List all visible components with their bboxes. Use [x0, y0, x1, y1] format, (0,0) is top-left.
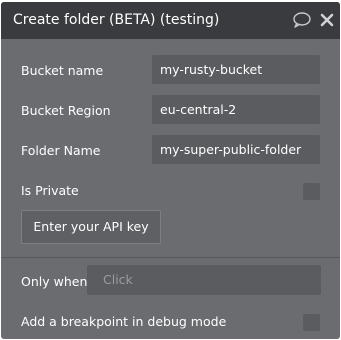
only-when-label: Only when	[21, 274, 88, 289]
only-when-condition-input[interactable]: Click	[87, 265, 321, 295]
bucket-name-label: Bucket name	[21, 63, 104, 78]
comment-icon[interactable]	[292, 11, 312, 29]
breakpoint-checkbox[interactable]	[303, 314, 320, 331]
panel-title: Create folder (BETA) (testing)	[13, 12, 220, 28]
folder-name-label: Folder Name	[21, 143, 101, 158]
property-editor-panel: Create folder (BETA) (testing) Bucket na…	[1, 2, 340, 339]
breakpoint-label: Add a breakpoint in debug mode	[21, 314, 227, 329]
enter-api-key-button[interactable]: Enter your API key	[21, 210, 161, 244]
close-icon[interactable]	[320, 13, 334, 27]
bucket-region-label: Bucket Region	[21, 103, 111, 118]
is-private-checkbox[interactable]	[303, 183, 320, 200]
is-private-label: Is Private	[21, 183, 79, 198]
bucket-name-field[interactable]: my-rusty-bucket	[152, 55, 320, 84]
folder-name-field[interactable]: my-super-public-folder	[152, 135, 320, 164]
bucket-region-field[interactable]: eu-central-2	[152, 95, 320, 124]
panel-titlebar: Create folder (BETA) (testing)	[1, 2, 340, 39]
section-divider	[1, 257, 340, 258]
titlebar-actions	[292, 11, 334, 29]
